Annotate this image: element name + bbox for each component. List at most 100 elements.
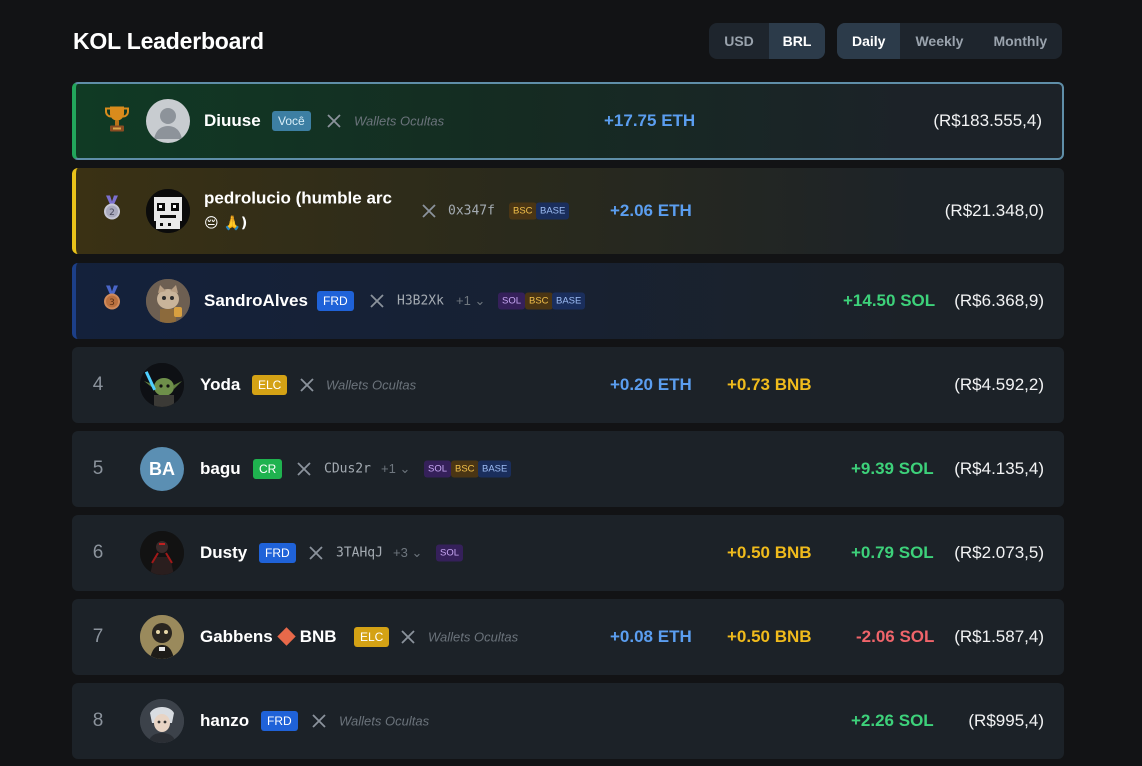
user-name[interactable]: SandroAlves	[204, 291, 308, 311]
chain-badge-sol: SOL	[436, 544, 464, 562]
more-wallets-toggle[interactable]: +1 ⌄	[381, 461, 410, 477]
rank-number: 6	[92, 542, 104, 563]
avatar	[140, 363, 184, 407]
period-daily-button[interactable]: Daily	[837, 23, 901, 59]
x-icon[interactable]	[401, 630, 415, 644]
chain-badge-bsc: BSC	[525, 292, 553, 310]
wallet-address[interactable]: CDus2r	[324, 462, 371, 477]
wallet-address[interactable]: 3TAHqJ	[336, 546, 383, 561]
frd-badge: FRD	[317, 291, 354, 311]
avatar	[140, 699, 184, 743]
wallet-address[interactable]: 0x347f	[448, 204, 495, 219]
wallet-address[interactable]: H3B2Xk	[397, 294, 444, 309]
fiat-pnl: (R$1.587,4)	[954, 627, 1044, 646]
trophy-icon	[104, 104, 130, 139]
x-icon[interactable]	[312, 714, 326, 728]
bnb-pnl: +0.73 BNB	[727, 375, 812, 394]
leaderboard-row[interactable]: 6 Dusty FRD 3TAHqJ +3 ⌄ SOL +0.50 BNB +0…	[72, 515, 1064, 591]
leaderboard-row[interactable]: Diuuse Você Wallets Ocultas +17.75 ETH (…	[72, 82, 1064, 160]
svg-text:3: 3	[109, 298, 115, 308]
you-badge: Você	[272, 111, 311, 131]
leaderboard-row[interactable]: 4 Yoda ELC Wallets Ocultas +0.20 ETH +0.…	[72, 347, 1064, 423]
period-toggle: Daily Weekly Monthly	[837, 23, 1063, 59]
sol-pnl: +0.79 SOL	[851, 543, 934, 562]
chevron-down-icon: ⌄	[411, 545, 423, 560]
user-name[interactable]: Yoda	[200, 375, 240, 395]
x-icon[interactable]	[370, 294, 384, 308]
more-wallets-toggle[interactable]: +1 ⌄	[456, 293, 485, 309]
eth-pnl: +17.75 ETH	[604, 111, 696, 130]
fiat-pnl: (R$4.592,2)	[954, 375, 1044, 394]
x-icon[interactable]	[309, 546, 323, 560]
chevron-down-icon: ⌄	[399, 461, 411, 476]
currency-usd-button[interactable]: USD	[709, 23, 769, 59]
period-monthly-button[interactable]: Monthly	[978, 23, 1062, 59]
rank-number: 5	[92, 458, 104, 479]
fiat-pnl: (R$6.368,9)	[954, 291, 1044, 310]
fiat-pnl: (R$183.555,4)	[933, 111, 1042, 130]
chain-badge-bsc: BSC	[451, 460, 479, 478]
hidden-wallets-label: Wallets Ocultas	[326, 377, 417, 393]
svg-text:2: 2	[109, 208, 115, 218]
user-name[interactable]: bagu	[200, 459, 241, 479]
fiat-pnl: (R$2.073,5)	[954, 543, 1044, 562]
fiat-pnl: (R$4.135,4)	[954, 459, 1044, 478]
bnb-pnl: +0.50 BNB	[727, 627, 812, 646]
currency-brl-button[interactable]: BRL	[769, 23, 825, 59]
avatar	[146, 189, 190, 233]
eth-pnl: +0.08 ETH	[610, 627, 692, 646]
eth-pnl: +2.06 ETH	[610, 201, 692, 220]
sol-pnl: -2.06 SOL	[856, 627, 935, 646]
user-name[interactable]: Gabbens BNB	[200, 627, 337, 647]
user-name[interactable]: pedrolucio (humble arc 😔 🙏)	[204, 187, 404, 236]
avatar	[140, 615, 184, 659]
leaderboard-row[interactable]: 8 hanzo FRD Wallets Ocultas +2.26 SOL (R…	[72, 683, 1064, 759]
leaderboard-row[interactable]: 3 SandroAlves FRD H3B2Xk +1 ⌄ SOL BSC BA…	[72, 263, 1064, 339]
chain-badge-bsc: BSC	[509, 202, 537, 220]
orange-diamond-icon	[277, 627, 296, 646]
chain-badge-sol: SOL	[498, 292, 526, 310]
avatar	[146, 99, 190, 143]
x-icon[interactable]	[297, 462, 311, 476]
leaderboard-row[interactable]: 7 Gabbens BNB ELC Wallets Ocultas +0.08 E…	[72, 599, 1064, 675]
chain-badge-base: BASE	[552, 292, 586, 310]
hidden-wallets-label: Wallets Ocultas	[354, 113, 445, 129]
avatar	[146, 279, 190, 323]
user-name[interactable]: Diuuse	[204, 111, 261, 131]
leaderboard-row[interactable]: 5 BA bagu CR CDus2r +1 ⌄ SOL BSC BASE +9…	[72, 431, 1064, 507]
bnb-pnl: +0.50 BNB	[727, 543, 812, 562]
cr-badge: CR	[253, 459, 283, 479]
x-icon[interactable]	[300, 378, 314, 392]
period-weekly-button[interactable]: Weekly	[900, 23, 978, 59]
fiat-pnl: (R$995,4)	[968, 711, 1044, 730]
chain-badge-base: BASE	[536, 202, 570, 220]
sol-pnl: +14.50 SOL	[843, 291, 936, 310]
hidden-wallets-label: Wallets Ocultas	[428, 629, 519, 645]
user-name[interactable]: Dusty	[200, 543, 247, 563]
user-name[interactable]: hanzo	[200, 711, 249, 731]
currency-toggle: USD BRL	[709, 23, 825, 59]
frd-badge: FRD	[259, 543, 296, 563]
bronze-medal-icon: 3	[101, 285, 123, 317]
leaderboard-row[interactable]: 2 pedrolucio (humble arc 😔 🙏) 0x347f BSC …	[72, 168, 1064, 254]
fiat-pnl: (R$21.348,0)	[944, 201, 1044, 220]
eth-pnl: +0.20 ETH	[610, 375, 692, 394]
frd-badge: FRD	[261, 711, 298, 731]
avatar	[140, 531, 184, 575]
elc-badge: ELC	[252, 375, 288, 395]
sol-pnl: +9.39 SOL	[851, 459, 934, 478]
elc-badge: ELC	[354, 627, 390, 647]
x-icon[interactable]	[327, 114, 341, 128]
x-icon[interactable]	[422, 204, 436, 218]
chevron-down-icon: ⌄	[474, 293, 486, 308]
hidden-wallets-label: Wallets Ocultas	[339, 713, 430, 729]
silver-medal-icon: 2	[101, 195, 123, 227]
avatar-initials: BA	[140, 447, 184, 491]
chain-badge-base: BASE	[478, 460, 512, 478]
rank-number: 4	[92, 374, 104, 395]
page-title: KOL Leaderboard	[73, 28, 264, 54]
more-wallets-toggle[interactable]: +3 ⌄	[393, 545, 422, 561]
sol-pnl: +2.26 SOL	[851, 711, 934, 730]
rank-number: 8	[92, 710, 104, 731]
rank-number: 7	[92, 626, 104, 647]
